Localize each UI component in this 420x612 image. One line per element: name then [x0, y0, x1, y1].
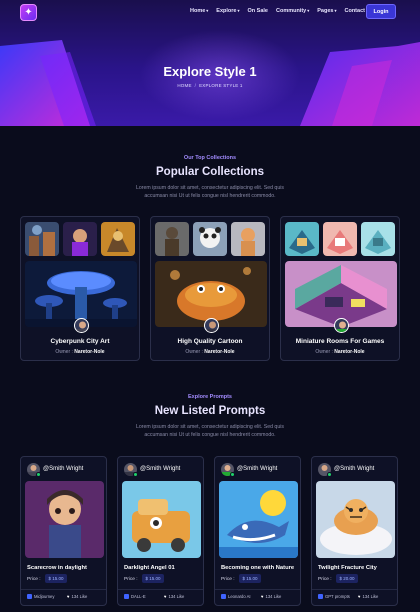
top-navbar: ✦ Home▾ Explore▾ On Sale Community▾ Page…: [0, 0, 420, 26]
like-count[interactable]: ♥ 134 Like: [164, 594, 184, 599]
prompt-title[interactable]: Twilight Fracture City: [318, 565, 377, 571]
collection-thumbnail[interactable]: [323, 222, 357, 256]
platform-icon: [318, 594, 323, 599]
collection-card-cartoon[interactable]: High Quality Cartoon Owner : Naretor-Nol…: [150, 216, 270, 361]
heart-icon: ♥: [358, 594, 361, 599]
platform-icon: [124, 594, 129, 599]
site-logo[interactable]: ✦: [20, 4, 37, 21]
price-label: Price :: [124, 577, 138, 582]
like-count[interactable]: ♥ 134 Like: [261, 594, 281, 599]
avatar[interactable]: [74, 318, 89, 333]
price-badge: $ 15.00: [239, 574, 261, 583]
collection-thumbnail[interactable]: [63, 222, 97, 256]
avatar[interactable]: [334, 318, 349, 333]
card-divider: [215, 589, 300, 590]
online-status-dot: [36, 472, 41, 477]
nav-item-community[interactable]: Community▾: [276, 8, 309, 14]
collections-eyebrow: Our Top Collections: [183, 155, 237, 161]
collection-thumbnail[interactable]: [361, 222, 395, 256]
prompt-author[interactable]: @Smith Wright: [334, 466, 374, 472]
collections-description: Lorem ipsum dolor sit amet, consectetur …: [136, 185, 284, 199]
prompt-author[interactable]: @Smith Wright: [43, 466, 83, 472]
heart-icon: ♥: [261, 594, 264, 599]
platform-icon: [221, 594, 226, 599]
collection-owner: Owner : Naretor-Nole: [185, 349, 235, 355]
page-title: Explore Style 1: [163, 64, 257, 79]
breadcrumb-current: EXPLORE STYLE 1: [199, 83, 243, 88]
collection-thumbnail[interactable]: [25, 222, 59, 256]
platform-tag[interactable]: Leonardo AI: [221, 594, 251, 599]
prompt-image[interactable]: [25, 481, 104, 558]
price-badge: $ 15.00: [142, 574, 164, 583]
prompt-card-twilight[interactable]: @Smith Wright Twilight Fracture City Pri…: [311, 456, 398, 606]
collection-card-cyberpunk[interactable]: Cyberpunk City Art Owner : Naretor-Nole: [20, 216, 140, 361]
card-divider: [118, 589, 203, 590]
platform-tag[interactable]: DALL-E: [124, 594, 146, 599]
chevron-down-icon: ▾: [307, 8, 310, 13]
price-label: Price :: [221, 577, 235, 582]
prompt-title[interactable]: Darklight Angel 01: [124, 565, 175, 571]
prompt-card-darklight[interactable]: @Smith Wright Darklight Angel 01 Price :…: [117, 456, 204, 606]
online-status-dot: [133, 472, 138, 477]
collection-title[interactable]: Cyberpunk City Art: [21, 338, 139, 345]
heart-icon: ♥: [67, 594, 70, 599]
collection-title[interactable]: Miniature Rooms For Games: [281, 338, 399, 345]
prompts-header: Explore Prompts New Listed Prompts Lorem…: [0, 394, 420, 439]
prompt-title[interactable]: Becoming one with Nature: [221, 565, 294, 571]
login-button[interactable]: Login: [366, 4, 396, 19]
prompt-image[interactable]: [122, 481, 201, 558]
prompt-author[interactable]: @Smith Wright: [140, 466, 180, 472]
nav-item-explore[interactable]: Explore▾: [216, 8, 239, 14]
collection-card-miniature[interactable]: Miniature Rooms For Games Owner : Nareto…: [280, 216, 400, 361]
prompt-image[interactable]: [219, 481, 298, 558]
prompts-title: New Listed Prompts: [154, 405, 266, 417]
prompt-card-nature[interactable]: @Smith Wright Becoming one with Nature P…: [214, 456, 301, 606]
collection-owner: Owner : Naretor-Nole: [55, 349, 105, 355]
card-divider: [312, 589, 397, 590]
nav-item-on-sale[interactable]: On Sale: [248, 8, 268, 14]
online-status-dot: [230, 472, 235, 477]
hero-banner: ✦ Home▾ Explore▾ On Sale Community▾ Page…: [0, 0, 420, 126]
breadcrumb-home[interactable]: HOME: [177, 83, 191, 88]
breadcrumb: HOME / EXPLORE STYLE 1: [0, 83, 420, 88]
price-badge: $ 15.00: [45, 574, 67, 583]
chevron-down-icon: ▾: [334, 8, 337, 13]
platform-tag[interactable]: Midjourney: [27, 594, 54, 599]
price-badge: $ 20.00: [336, 574, 358, 583]
collection-thumbnail[interactable]: [155, 222, 189, 256]
heart-icon: ♥: [164, 594, 167, 599]
like-count[interactable]: ♥ 134 Like: [67, 594, 87, 599]
card-divider: [21, 589, 106, 590]
nav-item-contact[interactable]: Contact: [344, 8, 364, 14]
platform-tag[interactable]: GPT prompts: [318, 594, 350, 599]
main-menu: Home▾ Explore▾ On Sale Community▾ Pages▾…: [190, 8, 365, 14]
platform-icon: [27, 594, 32, 599]
collection-title[interactable]: High Quality Cartoon: [151, 338, 269, 345]
price-label: Price :: [318, 577, 332, 582]
prompts-description: Lorem ipsum dolor sit amet, consectetur …: [136, 424, 284, 438]
chevron-down-icon: ▾: [206, 8, 209, 13]
nav-item-home[interactable]: Home▾: [190, 8, 208, 14]
hexagon-logo-icon: ✦: [24, 6, 33, 18]
prompt-title[interactable]: Scarecrow in daylight: [27, 565, 87, 571]
like-count[interactable]: ♥ 134 Like: [358, 594, 378, 599]
online-status-dot: [327, 472, 332, 477]
collections-title: Popular Collections: [156, 166, 264, 178]
prompt-card-scarecrow[interactable]: @Smith Wright Scarecrow in daylight Pric…: [20, 456, 107, 606]
prompt-author[interactable]: @Smith Wright: [237, 466, 277, 472]
collection-thumbnail[interactable]: [285, 222, 319, 256]
chevron-down-icon: ▾: [237, 8, 240, 13]
nav-item-pages[interactable]: Pages▾: [317, 8, 336, 14]
collection-owner: Owner : Naretor-Nole: [315, 349, 365, 355]
collections-header: Our Top Collections Popular Collections …: [0, 155, 420, 200]
collection-thumbnail[interactable]: [193, 222, 227, 256]
prompts-eyebrow: Explore Prompts: [187, 394, 232, 400]
avatar[interactable]: [204, 318, 219, 333]
breadcrumb-separator: /: [194, 83, 197, 88]
collection-thumbnail[interactable]: [231, 222, 265, 256]
collection-thumbnail[interactable]: [101, 222, 135, 256]
price-label: Price :: [27, 577, 41, 582]
prompt-image[interactable]: [316, 481, 395, 558]
